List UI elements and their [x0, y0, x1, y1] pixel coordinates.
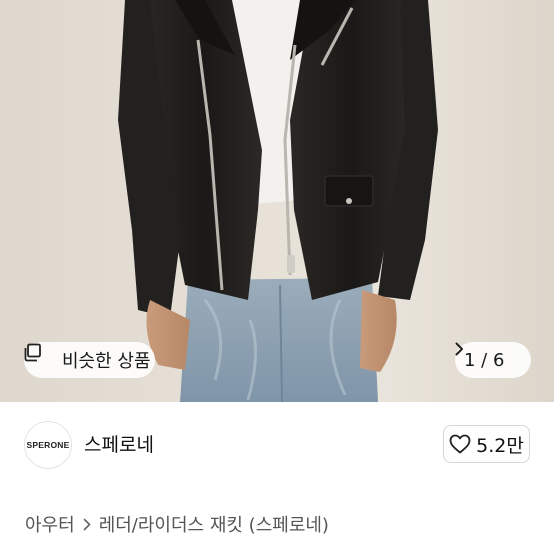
- seller-row: SPERONE 스페로네 5.2만: [0, 402, 554, 486]
- product-image[interactable]: 비슷한 상품 1 / 6: [0, 0, 554, 402]
- like-button[interactable]: 5.2만: [443, 425, 530, 463]
- cut-off-text-line: [25, 547, 325, 554]
- similar-items-button[interactable]: 비슷한 상품: [24, 342, 155, 378]
- image-counter-button[interactable]: 1 / 6: [455, 342, 531, 378]
- breadcrumb-item-leather-jacket[interactable]: 레더/라이더스 재킷 (스페로네): [99, 511, 329, 537]
- shop-name[interactable]: 스페로네: [84, 430, 154, 457]
- similar-items-label: 비슷한 상품: [62, 351, 151, 372]
- heart-outline-icon: [449, 434, 471, 454]
- chevron-right-icon: [83, 518, 91, 531]
- like-count: 5.2만: [476, 434, 524, 457]
- breadcrumb: 아우터 레더/라이더스 재킷 (스페로네): [25, 511, 329, 537]
- breadcrumb-item-outer[interactable]: 아우터: [25, 511, 75, 537]
- image-counter: 1 / 6: [464, 349, 505, 371]
- shop-logo[interactable]: SPERONE: [24, 421, 72, 469]
- similar-items-icon: [24, 343, 56, 370]
